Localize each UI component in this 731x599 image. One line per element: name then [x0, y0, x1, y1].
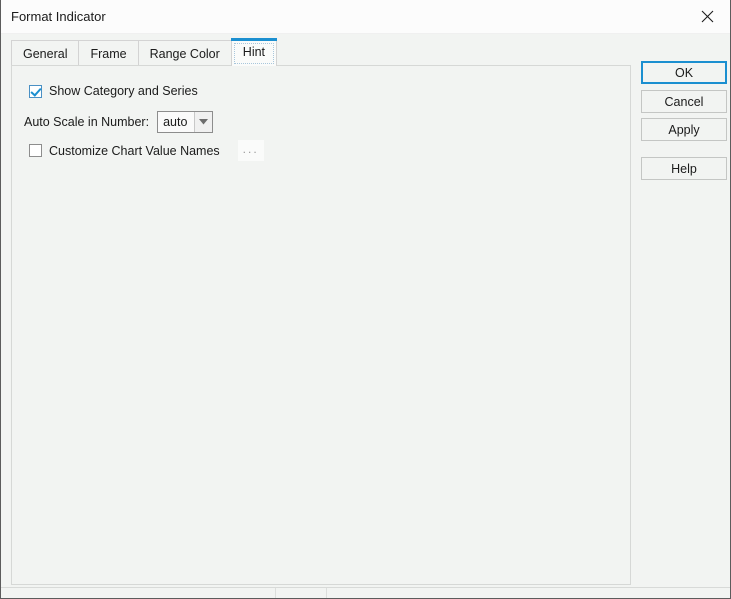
- status-bar: [1, 587, 730, 598]
- auto-scale-row: Auto Scale in Number: auto: [24, 111, 214, 133]
- cancel-button[interactable]: Cancel: [641, 90, 727, 113]
- close-button[interactable]: [685, 0, 730, 32]
- apply-button[interactable]: Apply: [641, 118, 727, 141]
- dialog-title: Format Indicator: [11, 9, 106, 24]
- tab-hint-label: Hint: [242, 45, 266, 59]
- tab-hint[interactable]: Hint: [230, 38, 278, 66]
- show-category-and-series-checkbox[interactable]: [29, 84, 42, 98]
- hint-tab-panel: Show Category and Series Auto Scale in N…: [11, 65, 631, 585]
- auto-scale-value: auto: [163, 115, 188, 129]
- chevron-down-icon: [194, 112, 213, 132]
- status-bar-divider: [275, 588, 276, 598]
- show-category-and-series-row: Show Category and Series: [29, 84, 198, 98]
- customize-chart-value-names-browse-button[interactable]: ...: [237, 140, 264, 161]
- tab-frame[interactable]: Frame: [78, 40, 139, 66]
- tab-strip: General Frame Range Color Hint: [11, 38, 278, 66]
- auto-scale-dropdown[interactable]: auto: [157, 111, 214, 133]
- auto-scale-label: Auto Scale in Number:: [24, 115, 150, 129]
- status-bar-divider: [326, 588, 327, 598]
- customize-chart-value-names-checkbox[interactable]: [29, 144, 42, 157]
- tab-frame-label: Frame: [90, 46, 127, 61]
- format-indicator-dialog: Format Indicator General Frame Range Col…: [0, 0, 731, 599]
- ok-button[interactable]: OK: [641, 61, 727, 84]
- tab-general-label: General: [23, 46, 68, 61]
- tab-general[interactable]: General: [11, 40, 80, 66]
- tab-range-color[interactable]: Range Color: [137, 40, 232, 66]
- show-category-and-series-label[interactable]: Show Category and Series: [49, 84, 198, 98]
- customize-chart-value-names-row: Customize Chart Value Names ...: [29, 140, 264, 161]
- close-icon: [701, 10, 714, 23]
- title-bar: Format Indicator: [1, 0, 730, 34]
- customize-chart-value-names-label[interactable]: Customize Chart Value Names: [49, 144, 220, 158]
- tab-range-color-label: Range Color: [149, 46, 220, 61]
- help-button[interactable]: Help: [641, 157, 727, 180]
